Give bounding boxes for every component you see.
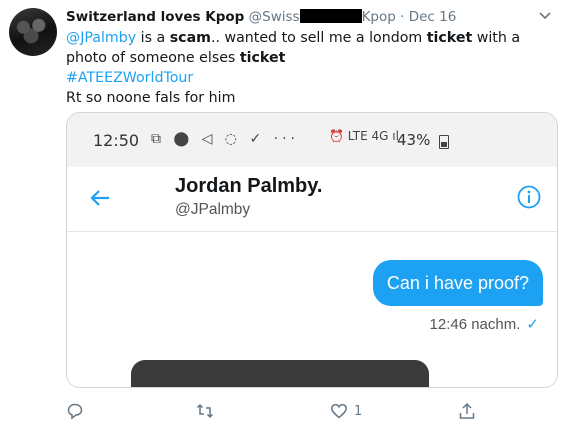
attached-image[interactable]: 12:50 ⧉ ⬤ ◁ ◌ ✓ ··· ⏰ LTE 4G ıl 43% Jord…: [66, 112, 558, 388]
heart-icon: [331, 403, 347, 419]
tweet-text: @JPalmby is a scam.. wanted to sell me a…: [66, 28, 556, 108]
dark-media-block: [131, 360, 429, 387]
chat-area: Can i have proof? 12:46 nachm. ✓: [67, 232, 557, 387]
keyword-ticket: ticket: [239, 50, 286, 66]
display-name[interactable]: Switzerland loves Kpop: [66, 9, 244, 25]
message-bubble: Can i have proof?: [372, 260, 543, 306]
tweet-text-line-1: @JPalmby is a scam.. wanted to sell me a…: [66, 30, 521, 66]
mention-link[interactable]: @JPalmby: [66, 30, 136, 46]
tweet-date[interactable]: Dec 16: [409, 9, 457, 25]
signal-icons: ⏰ LTE 4G ıl: [329, 129, 399, 143]
message-meta: 12:46 nachm. ✓: [430, 315, 539, 333]
avatar[interactable]: [9, 8, 57, 56]
keyword-scam: scam: [169, 30, 211, 46]
chevron-down-icon[interactable]: [538, 8, 552, 22]
back-arrow-icon: [90, 190, 109, 206]
phone-status-bar: 12:50 ⧉ ⬤ ◁ ◌ ✓ ··· ⏰ LTE 4G ıl 43%: [67, 113, 557, 167]
battery-percent: 43%: [397, 131, 431, 149]
tweet-header: Switzerland loves Kpop @Swiss Kpop · Dec …: [66, 8, 556, 26]
status-time: 12:50: [93, 131, 140, 150]
retweet-button[interactable]: [196, 400, 220, 422]
redaction-bar: [299, 9, 362, 23]
reply-icon: [67, 403, 83, 420]
contact-name: Jordan Palmby.: [175, 175, 323, 197]
chat-header: Jordan Palmby. @JPalmby: [67, 167, 557, 232]
share-icon: [459, 402, 475, 419]
tweet-text-line-3: Rt so noone fals for him: [66, 90, 236, 106]
message-time: 12:46 nachm.: [429, 316, 521, 333]
info-icon: [517, 185, 541, 209]
hashtag-link[interactable]: #ATEEZWorldTour: [66, 68, 556, 88]
separator-dot: ·: [400, 9, 405, 25]
tweet-actions: 1: [66, 400, 556, 422]
reply-button[interactable]: [66, 400, 84, 422]
keyword-ticket: ticket: [426, 30, 473, 46]
user-handle[interactable]: @Swiss Kpop: [249, 9, 396, 25]
contact-handle: @JPalmby: [175, 201, 251, 218]
like-count: 1: [354, 403, 363, 419]
share-button[interactable]: [458, 400, 476, 422]
notification-icons: ⧉ ⬤ ◁ ◌ ✓ ···: [151, 131, 299, 147]
tweet-body: Switzerland loves Kpop @Swiss Kpop · Dec …: [66, 8, 556, 108]
retweet-icon: [196, 403, 214, 419]
like-button[interactable]: 1: [330, 400, 362, 422]
check-icon: ✓: [526, 316, 539, 333]
battery-icon: [439, 135, 449, 149]
